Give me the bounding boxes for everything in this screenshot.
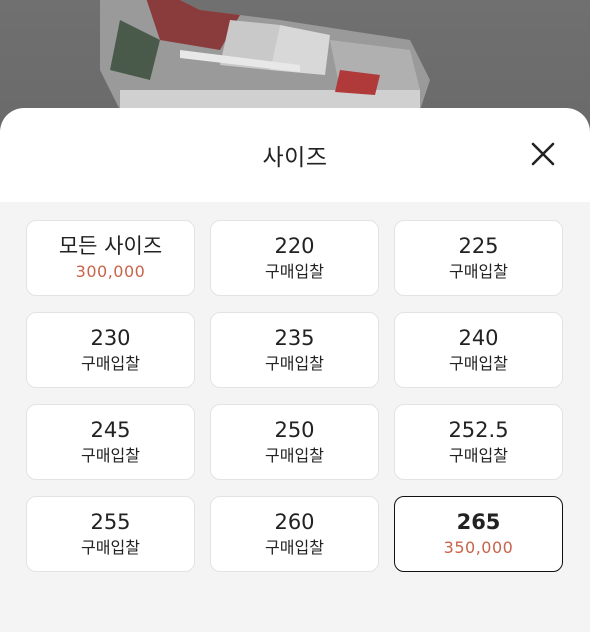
size-bid-label: 구매입찰 xyxy=(265,446,324,465)
size-label: 235 xyxy=(274,326,315,350)
size-bid-label: 구매입찰 xyxy=(81,538,140,557)
size-bid-label: 구매입찰 xyxy=(449,446,508,465)
size-label: 245 xyxy=(90,418,131,442)
size-label: 252.5 xyxy=(448,418,509,442)
close-icon xyxy=(531,142,555,166)
size-option[interactable]: 220 구매입찰 xyxy=(210,220,379,296)
size-label: 250 xyxy=(274,418,315,442)
size-label: 모든 사이즈 xyxy=(58,234,163,258)
size-option[interactable]: 모든 사이즈 300,000 xyxy=(26,220,195,296)
size-option[interactable]: 240 구매입찰 xyxy=(394,312,563,388)
size-option[interactable]: 230 구매입찰 xyxy=(26,312,195,388)
size-bottom-sheet: 사이즈 모든 사이즈 300,000 220 구매입찰 225 구매입찰 230 구매입찰 23… xyxy=(0,108,590,632)
size-bid-label: 구매입찰 xyxy=(449,262,508,281)
size-option[interactable]: 252.5 구매입찰 xyxy=(394,404,563,480)
size-grid: 모든 사이즈 300,000 220 구매입찰 225 구매입찰 230 구매입찰 235 구매입… xyxy=(26,220,566,572)
sheet-header: 사이즈 xyxy=(0,108,590,202)
size-bid-label: 구매입찰 xyxy=(81,446,140,465)
size-label: 225 xyxy=(458,234,499,258)
size-label: 260 xyxy=(274,510,315,534)
size-label: 230 xyxy=(90,326,131,350)
size-label: 265 xyxy=(456,510,501,534)
size-bid-label: 구매입찰 xyxy=(81,354,140,373)
size-option[interactable]: 250 구매입찰 xyxy=(210,404,379,480)
size-option[interactable]: 245 구매입찰 xyxy=(26,404,195,480)
size-option[interactable]: 235 구매입찰 xyxy=(210,312,379,388)
size-option-selected[interactable]: 265 350,000 xyxy=(394,496,563,572)
size-option[interactable]: 225 구매입찰 xyxy=(394,220,563,296)
size-bid-label: 구매입찰 xyxy=(265,354,324,373)
size-option[interactable]: 260 구매입찰 xyxy=(210,496,379,572)
size-label: 240 xyxy=(458,326,499,350)
size-bid-label: 구매입찰 xyxy=(265,262,324,281)
size-price: 300,000 xyxy=(75,262,146,281)
size-label: 255 xyxy=(90,510,131,534)
close-button[interactable] xyxy=(530,141,556,167)
sneaker-image xyxy=(100,0,430,110)
size-option[interactable]: 255 구매입찰 xyxy=(26,496,195,572)
size-grid-area: 모든 사이즈 300,000 220 구매입찰 225 구매입찰 230 구매입찰 235 구매입… xyxy=(0,202,590,632)
size-bid-label: 구매입찰 xyxy=(449,354,508,373)
sheet-title: 사이즈 xyxy=(262,145,328,171)
size-price: 350,000 xyxy=(443,538,514,557)
size-bid-label: 구매입찰 xyxy=(265,538,324,557)
size-label: 220 xyxy=(274,234,315,258)
